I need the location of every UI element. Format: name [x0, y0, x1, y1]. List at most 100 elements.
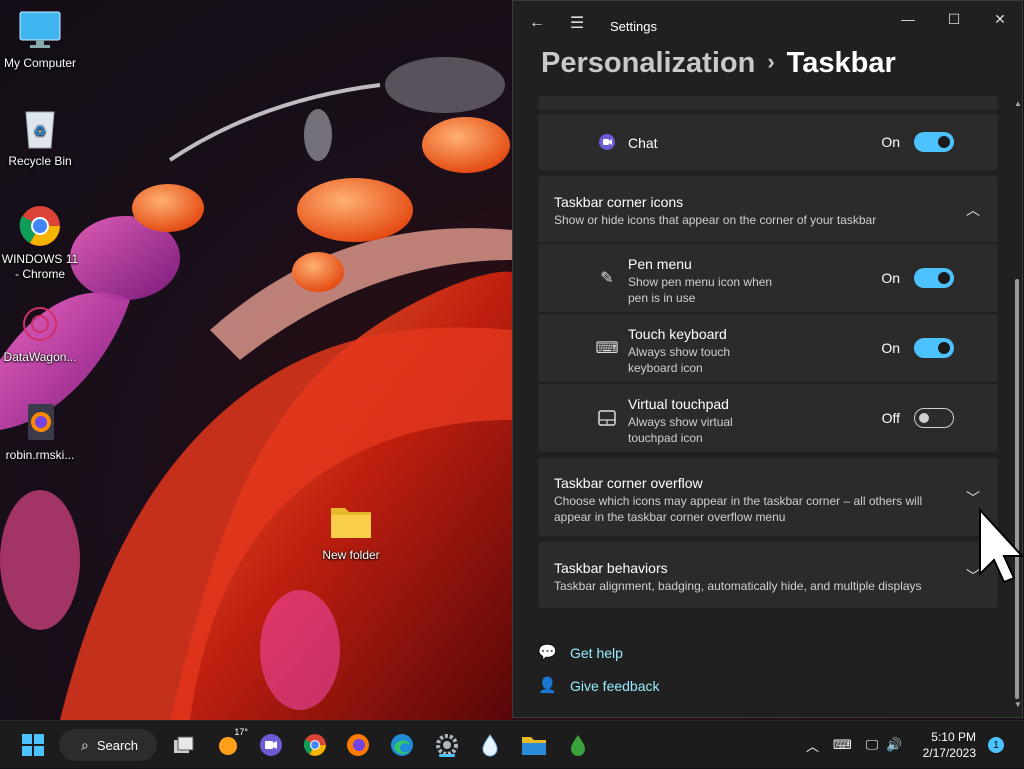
windows-logo-icon [22, 734, 44, 756]
chrome-icon [303, 734, 326, 756]
chat-icon [596, 131, 618, 153]
give-feedback-link[interactable]: Give feedback [570, 678, 660, 694]
corner-overflow-sub2: appear in the taskbar corner overflow me… [554, 510, 786, 524]
chrome-icon [18, 204, 62, 248]
virtual-touchpad-sub2: touchpad icon [628, 431, 703, 445]
pen-menu-title: Pen menu [628, 256, 692, 272]
taskbar-chrome-button[interactable] [301, 731, 329, 759]
menu-icon[interactable]: ☰ [565, 11, 589, 35]
taskbar-edge-button[interactable] [388, 731, 416, 759]
active-indicator [439, 754, 455, 757]
desktop-icon-my-computer[interactable]: My Computer [0, 8, 80, 71]
mouse-cursor [979, 508, 1024, 584]
keyboard-icon[interactable]: ⌨ [833, 737, 852, 753]
taskbar-firefox-button[interactable] [344, 731, 372, 759]
get-help-link[interactable]: Get help [570, 645, 623, 661]
corner-icons-header[interactable]: Taskbar corner icons Show or hide icons … [538, 176, 998, 242]
desktop-icon-datawagon[interactable]: DataWagon... [0, 302, 80, 365]
teams-chat-icon [260, 734, 282, 756]
taskbar-file-explorer-button[interactable] [520, 731, 548, 759]
corner-overflow-sub1: Choose which icons may appear in the tas… [554, 494, 923, 508]
desktop-icon-label: Recycle Bin [8, 154, 72, 168]
behaviors-section[interactable]: Taskbar behaviors Taskbar alignment, bad… [538, 542, 998, 608]
feedback-icon: 👤 [538, 677, 557, 694]
back-arrow-icon[interactable]: ← [525, 11, 549, 35]
minimize-button[interactable]: — [885, 7, 931, 31]
task-view-button[interactable] [170, 731, 198, 759]
chevron-up-icon[interactable]: ︿ [966, 200, 980, 220]
window-title: Settings [610, 19, 657, 34]
card-edge [538, 96, 998, 110]
behaviors-title: Taskbar behaviors [554, 560, 668, 576]
chat-row: Chat On [538, 114, 998, 170]
virtual-touchpad-title: Virtual touchpad [628, 396, 729, 412]
water-drop-icon [482, 734, 498, 757]
taskbar-drop-app-button[interactable] [476, 731, 504, 759]
recycle-bin-icon: ♻ [18, 106, 62, 150]
taskbar: ⌕ Search 17° ︿ ⌨ 🖵 🔊 5:10 PM 2/17/2023 1 [0, 720, 1024, 768]
toggle-state-label: On [881, 340, 900, 356]
pen-menu-sub1: Show pen menu icon when [628, 275, 773, 289]
keyboard-icon: ⌨ [595, 340, 619, 357]
notification-badge[interactable]: 1 [988, 737, 1004, 753]
weather-widget[interactable]: 17° [214, 727, 248, 759]
virtual-touchpad-toggle-group: Off [874, 408, 954, 428]
virtual-touchpad-row: Virtual touchpad Always show virtual tou… [538, 384, 998, 452]
scroll-up-icon[interactable]: ▲ [1014, 99, 1022, 108]
scroll-down-icon[interactable]: ▼ [1014, 700, 1022, 709]
weather-sun-icon [219, 737, 237, 755]
breadcrumb-parent[interactable]: Personalization [541, 47, 755, 79]
scrollbar-thumb[interactable] [1015, 279, 1019, 699]
edge-icon [391, 734, 413, 756]
desktop-icon-new-folder[interactable]: New folder [311, 500, 391, 563]
firefox-icon [347, 734, 369, 756]
weather-temperature: 17° [234, 727, 248, 737]
chat-toggle[interactable] [914, 132, 954, 152]
corner-overflow-section[interactable]: Taskbar corner overflow Choose which ico… [538, 458, 998, 536]
close-button[interactable]: ✕ [977, 7, 1022, 31]
breadcrumb-separator: › [767, 49, 775, 74]
clock[interactable]: 5:10 PM 2/17/2023 [923, 729, 976, 761]
desktop-icon-firefox-file[interactable]: robin.rmski... [0, 400, 80, 463]
desktop-icon-recycle-bin[interactable]: ♻ Recycle Bin [0, 106, 80, 169]
touch-keyboard-toggle-group: On [874, 338, 954, 358]
touch-keyboard-sub2: keyboard icon [628, 361, 703, 375]
touch-keyboard-title: Touch keyboard [628, 326, 727, 342]
pen-menu-row: ✎ Pen menu Show pen menu icon when pen i… [538, 244, 998, 312]
taskbar-search-button[interactable]: ⌕ Search [59, 729, 157, 761]
desktop-icon-label: WINDOWS 11 - Chrome [1, 252, 79, 281]
chevron-down-icon[interactable]: ﹀ [966, 488, 980, 508]
taskbar-settings-button[interactable] [432, 731, 462, 759]
desktop-icon-chrome-shortcut[interactable]: WINDOWS 11 - Chrome [0, 204, 80, 282]
system-tray: ︿ ⌨ 🖵 🔊 [806, 721, 903, 769]
network-icon[interactable]: 🖵 [866, 737, 879, 753]
touch-keyboard-row: ⌨ Touch keyboard Always show touch keybo… [538, 314, 998, 382]
search-label: Search [96, 737, 139, 753]
scrollbar[interactable]: ▲ ▼ [1014, 99, 1022, 709]
taskbar-green-app-button[interactable] [564, 731, 592, 759]
virtual-touchpad-toggle[interactable] [914, 408, 954, 428]
corner-icons-subtitle: Show or hide icons that appear on the co… [554, 213, 877, 227]
volume-icon[interactable]: 🔊 [886, 737, 902, 753]
monitor-icon [18, 8, 62, 52]
page-title: Taskbar [786, 47, 896, 79]
toggle-state-label: Off [881, 410, 900, 426]
desktop-icon-label: robin.rmski... [5, 448, 75, 462]
chat-toggle-group: On [874, 132, 954, 152]
touch-keyboard-sub1: Always show touch [628, 345, 731, 359]
maximize-button[interactable]: ☐ [931, 7, 977, 31]
corner-icons-title: Taskbar corner icons [554, 194, 684, 210]
help-icon: 💬 [538, 644, 557, 661]
toggle-state-label: On [881, 134, 900, 150]
desktop-icon-label: My Computer [3, 56, 77, 70]
settings-window: ← ☰ Settings — ☐ ✕ Personalization › Taskb… [512, 0, 1023, 718]
behaviors-subtitle: Taskbar alignment, badging, automaticall… [554, 579, 922, 593]
task-view-icon [174, 736, 194, 753]
corner-overflow-title: Taskbar corner overflow [554, 475, 703, 491]
chevron-up-icon[interactable]: ︿ [806, 736, 819, 755]
touch-keyboard-toggle[interactable] [914, 338, 954, 358]
start-button[interactable] [19, 731, 47, 759]
taskbar-chat-button[interactable] [257, 731, 285, 759]
chat-label: Chat [628, 135, 658, 151]
pen-menu-toggle[interactable] [914, 268, 954, 288]
